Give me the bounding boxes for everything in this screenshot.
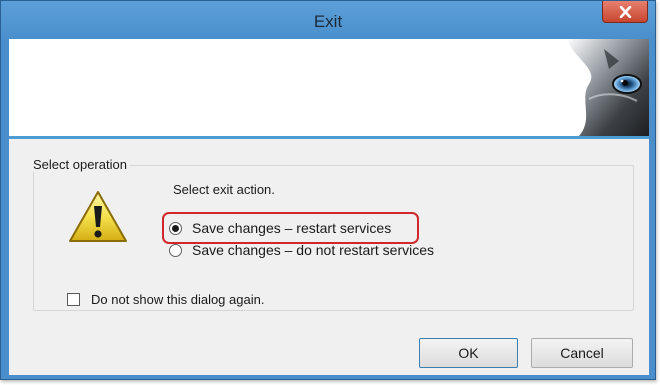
group-legend: Select operation	[30, 157, 130, 172]
radio-button[interactable]	[169, 221, 182, 235]
radio-label: Save changes – restart services	[192, 220, 392, 236]
wolf-eye-logo	[567, 39, 649, 136]
exit-dialog: Exit Select operation Select exit action…	[0, 0, 656, 380]
header-banner	[9, 39, 649, 139]
dialog-body: Select operation Select exit action. Sav…	[9, 139, 649, 375]
checkbox[interactable]	[67, 292, 80, 306]
checkbox-label: Do not show this dialog again.	[91, 291, 265, 307]
dont-show-again-checkbox[interactable]: Do not show this dialog again.	[67, 290, 264, 308]
title-bar[interactable]: Exit	[1, 1, 655, 39]
radio-label: Save changes – do not restart services	[192, 242, 435, 258]
ok-button[interactable]: OK	[419, 338, 518, 368]
radio-no-restart-services[interactable]: Save changes – do not restart services	[169, 240, 434, 260]
radio-button[interactable]	[169, 243, 182, 257]
radio-restart-services[interactable]: Save changes – restart services	[169, 218, 391, 238]
cancel-button[interactable]: Cancel	[531, 338, 633, 368]
instruction-text: Select exit action.	[173, 182, 275, 197]
close-button[interactable]	[602, 1, 648, 23]
window-title: Exit	[313, 12, 343, 31]
close-icon	[619, 6, 632, 18]
warning-icon	[69, 191, 127, 242]
